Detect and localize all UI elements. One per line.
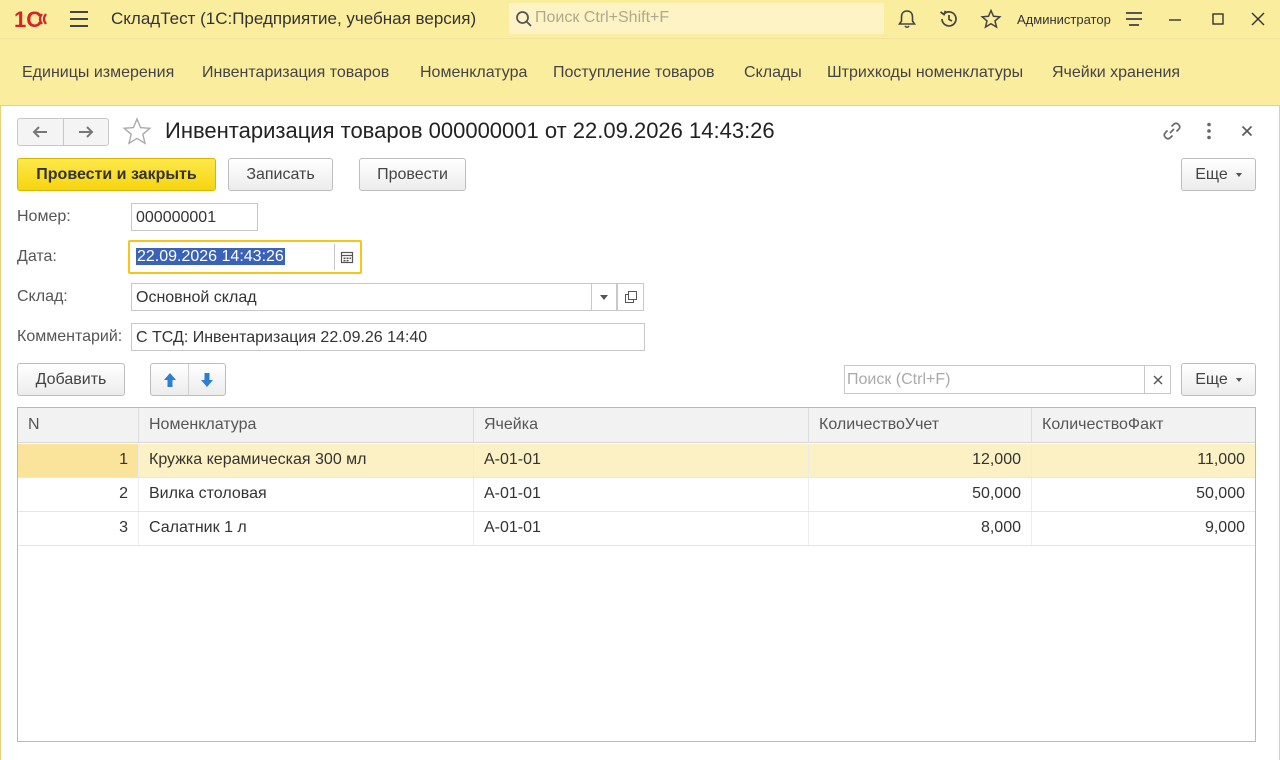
table-row[interactable]: 1 Кружка керамическая 300 мл А-01-01 12,… bbox=[18, 444, 1255, 478]
section-inventory[interactable]: Инвентаризация товаров bbox=[202, 64, 389, 82]
open-icon bbox=[624, 291, 637, 303]
history-navigation bbox=[17, 118, 109, 146]
warehouse-label: Склад: bbox=[17, 288, 68, 305]
menu-icon[interactable] bbox=[70, 11, 88, 27]
global-search[interactable] bbox=[509, 3, 884, 34]
settings-icon[interactable] bbox=[1123, 8, 1145, 30]
add-row-button[interactable]: Добавить bbox=[17, 363, 125, 396]
cell-n: 1 bbox=[18, 444, 139, 477]
section-nomenclature[interactable]: Номенклатура bbox=[420, 64, 527, 82]
move-down-icon bbox=[201, 372, 213, 387]
table-more-button[interactable]: Еще bbox=[1181, 363, 1256, 396]
date-input[interactable]: 22.09.2026 14:43:26 bbox=[132, 244, 334, 270]
calendar-icon bbox=[340, 251, 353, 264]
section-units[interactable]: Единицы измерения bbox=[22, 64, 174, 82]
post-and-close-button[interactable]: Провести и закрыть bbox=[17, 158, 216, 191]
cell-qty-fact[interactable]: 11,000 bbox=[1032, 444, 1255, 477]
favorite-star-icon[interactable] bbox=[121, 116, 153, 148]
history-icon[interactable] bbox=[938, 8, 960, 30]
link-icon[interactable] bbox=[1161, 120, 1183, 142]
cell-storage[interactable]: А-01-01 bbox=[474, 444, 809, 477]
items-table[interactable]: N Номенклатура Ячейка КоличествоУчет Кол… bbox=[17, 407, 1256, 742]
cell-storage[interactable]: А-01-01 bbox=[474, 512, 809, 545]
cell-n: 3 bbox=[18, 512, 139, 545]
dropdown-arrow-icon bbox=[600, 294, 608, 300]
cell-qty-accounting[interactable]: 8,000 bbox=[809, 512, 1032, 545]
cell-item[interactable]: Кружка керамическая 300 мл bbox=[139, 444, 474, 477]
forward-arrow-icon bbox=[78, 126, 94, 138]
table-search-input[interactable] bbox=[847, 370, 1137, 390]
date-label: Дата: bbox=[17, 248, 57, 265]
forward-button[interactable] bbox=[62, 119, 108, 145]
column-header-item[interactable]: Номенклатура bbox=[139, 408, 474, 443]
table-search[interactable] bbox=[844, 365, 1171, 394]
bell-icon[interactable] bbox=[896, 8, 918, 30]
close-icon[interactable] bbox=[1247, 8, 1269, 30]
more-button[interactable]: Еще bbox=[1181, 158, 1256, 191]
sections-panel: Единицы измерения Инвентаризация товаров… bbox=[0, 38, 1280, 106]
warehouse-dropdown-button[interactable] bbox=[591, 283, 617, 311]
move-up-button[interactable] bbox=[151, 364, 188, 395]
cell-qty-fact[interactable]: 50,000 bbox=[1032, 478, 1255, 511]
comment-label: Комментарий: bbox=[17, 328, 123, 345]
table-header: N Номенклатура Ячейка КоличествоУчет Кол… bbox=[18, 408, 1255, 443]
global-search-input[interactable] bbox=[535, 8, 875, 28]
user-name[interactable]: Администратор bbox=[1017, 12, 1111, 27]
clear-icon bbox=[1153, 375, 1163, 384]
warehouse-open-button[interactable] bbox=[617, 283, 644, 311]
comment-field[interactable]: С ТСД: Инвентаризация 22.09.26 14:40 bbox=[131, 323, 645, 351]
cell-n: 2 bbox=[18, 478, 139, 511]
back-button[interactable] bbox=[18, 119, 63, 145]
column-header-qty-fact[interactable]: КоличествоФакт bbox=[1032, 408, 1255, 443]
svg-text:1С: 1С bbox=[14, 7, 42, 32]
logo-1c-icon: 1С bbox=[14, 7, 47, 32]
section-receipts[interactable]: Поступление товаров bbox=[553, 64, 714, 82]
number-label: Номер: bbox=[17, 208, 71, 225]
date-value: 22.09.2026 14:43:26 bbox=[136, 248, 285, 265]
back-arrow-icon bbox=[33, 126, 48, 138]
cell-item[interactable]: Вилка столовая bbox=[139, 478, 474, 511]
section-warehouses[interactable]: Склады bbox=[744, 64, 802, 82]
more-button-label: Еще bbox=[1195, 165, 1228, 183]
dropdown-caret-icon bbox=[1235, 377, 1242, 382]
table-row[interactable]: 3 Салатник 1 л А-01-01 8,000 9,000 bbox=[18, 512, 1255, 546]
title-bar: 1С СкладТест (1С:Предприятие, учебная ве… bbox=[0, 0, 1280, 38]
maximize-icon[interactable] bbox=[1207, 8, 1229, 30]
save-button[interactable]: Записать bbox=[228, 158, 333, 191]
move-up-icon bbox=[163, 372, 176, 387]
document-title: Инвентаризация товаров 000000001 от 22.0… bbox=[165, 118, 775, 143]
post-button[interactable]: Провести bbox=[359, 158, 466, 191]
document-form: Инвентаризация товаров 000000001 от 22.0… bbox=[0, 106, 1280, 760]
move-down-button[interactable] bbox=[188, 364, 225, 395]
cell-qty-fact[interactable]: 9,000 bbox=[1032, 512, 1255, 545]
calendar-button[interactable] bbox=[334, 244, 358, 270]
cell-item[interactable]: Салатник 1 л bbox=[139, 512, 474, 545]
kebab-menu-icon[interactable] bbox=[1198, 120, 1220, 142]
app-title: СкладТест (1С:Предприятие, учебная верси… bbox=[111, 9, 477, 28]
section-barcodes[interactable]: Штрихкоды номенклатуры bbox=[827, 64, 1023, 82]
star-icon[interactable] bbox=[980, 8, 1002, 30]
column-header-n[interactable]: N bbox=[18, 408, 139, 443]
cell-qty-accounting[interactable]: 50,000 bbox=[809, 478, 1032, 511]
dropdown-caret-icon bbox=[1235, 172, 1242, 177]
move-buttons bbox=[150, 363, 226, 396]
minimize-icon[interactable] bbox=[1164, 8, 1186, 30]
table-more-label: Еще bbox=[1195, 370, 1228, 388]
column-header-cell[interactable]: Ячейка bbox=[474, 408, 809, 443]
search-icon bbox=[516, 11, 532, 27]
form-close-icon[interactable] bbox=[1236, 120, 1258, 142]
column-header-qty-accounting[interactable]: КоличествоУчет bbox=[809, 408, 1032, 443]
clear-search-button[interactable] bbox=[1144, 366, 1171, 393]
date-field[interactable]: 22.09.2026 14:43:26 bbox=[128, 240, 362, 274]
warehouse-field[interactable]: Основной склад bbox=[131, 283, 592, 311]
cell-qty-accounting[interactable]: 12,000 bbox=[809, 444, 1032, 477]
cell-storage[interactable]: А-01-01 bbox=[474, 478, 809, 511]
number-field[interactable]: 000000001 bbox=[131, 203, 258, 231]
section-storage-cells[interactable]: Ячейки хранения bbox=[1052, 64, 1180, 82]
table-row[interactable]: 2 Вилка столовая А-01-01 50,000 50,000 bbox=[18, 478, 1255, 512]
